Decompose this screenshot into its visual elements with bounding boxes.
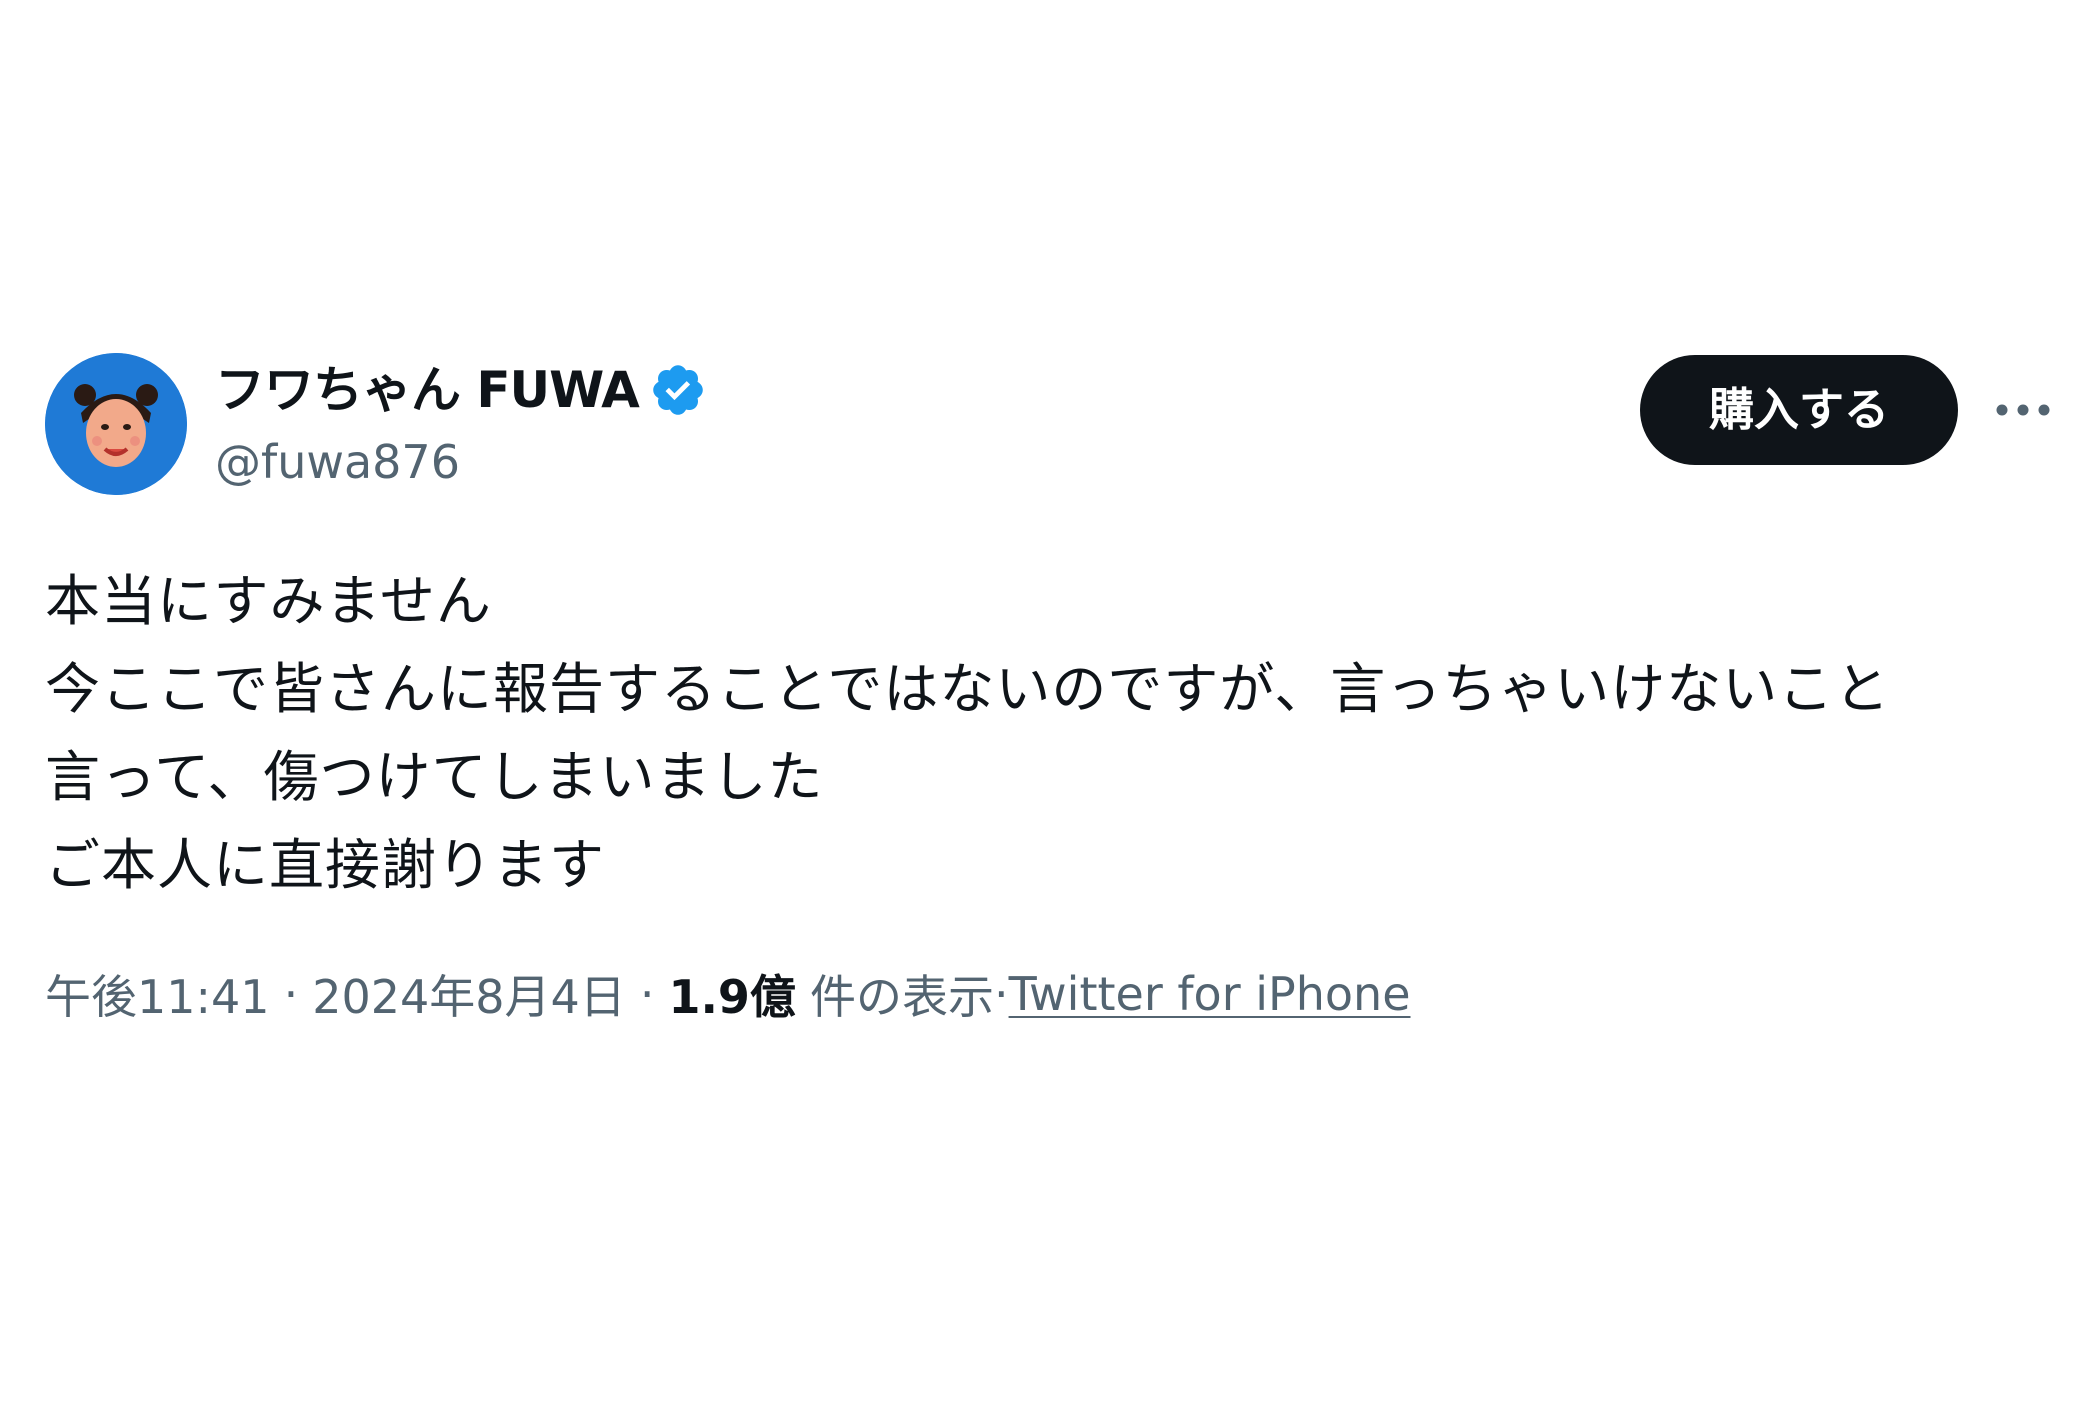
tweet-text-line: ご本人に直接謝ります (45, 833, 606, 897)
meta-separator: · (639, 967, 655, 1021)
views-label: 件の表示 (809, 970, 994, 1024)
meta-separator: · (283, 967, 299, 1021)
verified-badge-icon[interactable] (649, 361, 707, 419)
tweet-card: フワちゃん FUWA @fuwa876 購入する 本当にすみません 今ここで皆さ… (0, 0, 2100, 1401)
avatar-image (45, 353, 187, 495)
buy-button[interactable]: 購入する (1640, 355, 1958, 465)
tweet-text-line: 今ここで皆さんに報告することではないのですが、言っちゃいけないこと (45, 657, 1891, 721)
meta-separator: · (993, 967, 1009, 1021)
avatar[interactable] (45, 353, 187, 495)
more-horizontal-icon (1996, 404, 2050, 416)
author-name-row: フワちゃん FUWA (215, 358, 707, 422)
tweet-time[interactable]: 午後11:41 (45, 961, 270, 1027)
display-name[interactable]: フワちゃん FUWA (215, 358, 640, 422)
tweet-date[interactable]: 2024年8月4日 (312, 961, 626, 1027)
views-count[interactable]: 1.9億 (668, 961, 796, 1027)
tweet-text-line: 言って、傷つけてしまいました (45, 745, 824, 809)
source-link[interactable]: Twitter for iPhone (1009, 967, 1411, 1021)
tweet-text: 本当にすみません 今ここで皆さんに報告することではないのですが、言っちゃいけない… (45, 557, 2065, 909)
tweet-text-line: 本当にすみません (45, 569, 492, 633)
more-options-button[interactable] (1988, 378, 2058, 442)
author-handle[interactable]: @fuwa876 (215, 433, 460, 491)
tweet-metadata: 午後11:41 · 2024年8月4日 · 1.9億 件の表示 · Twitte… (45, 962, 1411, 1026)
